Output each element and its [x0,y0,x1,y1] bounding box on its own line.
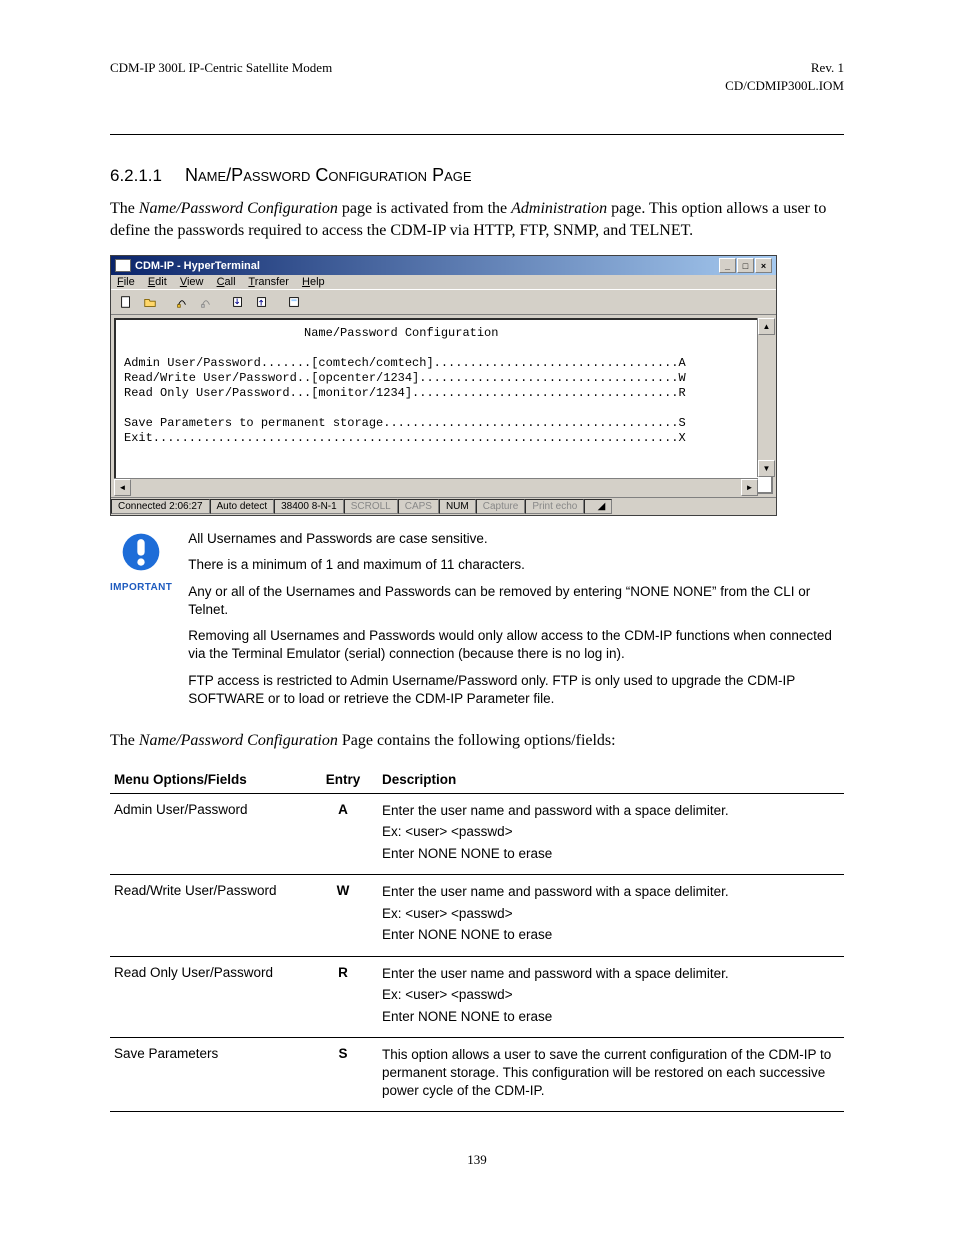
menu-edit[interactable]: Edit [148,276,167,288]
table-row: Save ParametersSThis option allows a use… [110,1038,844,1112]
toolbar [111,289,776,315]
section-number: 6.2.1.1 [110,166,162,185]
system-icon [115,259,131,272]
close-button[interactable]: × [755,258,772,273]
followup-paragraph: The Name/Password Configuration Page con… [110,730,844,752]
open-icon[interactable] [139,292,161,312]
scroll-down-icon[interactable]: ▼ [758,460,775,477]
status-baud: 38400 8-N-1 [274,499,344,514]
status-scroll: SCROLL [344,499,398,514]
status-capture: Capture [476,499,526,514]
status-bar: Connected 2:06:27 Auto detect 38400 8-N-… [111,497,776,515]
page-number: 139 [110,1152,844,1168]
cell-entry: R [314,956,378,1038]
note-p2: There is a minimum of 1 and maximum of 1… [188,556,844,574]
vertical-scrollbar[interactable]: ▲ ▼ [757,318,773,477]
section-heading: 6.2.1.1 Name/Password Configuration Page [110,165,844,186]
cell-menu: Read/Write User/Password [110,875,314,957]
status-caps: CAPS [398,499,439,514]
terminal-area[interactable]: Name/Password Configuration Admin User/P… [114,318,773,494]
note-p5: FTP access is restricted to Admin Userna… [188,672,844,708]
cell-entry: A [314,793,378,875]
note-p4: Removing all Usernames and Passwords wou… [188,627,844,663]
col-menu: Menu Options/Fields [110,766,314,794]
important-note: IMPORTANT All Usernames and Passwords ar… [110,530,844,716]
status-connected: Connected 2:06:27 [111,499,210,514]
cell-desc: Enter the user name and password with a … [378,956,844,1038]
col-desc: Description [378,766,844,794]
properties-icon[interactable] [283,292,305,312]
scroll-left-icon[interactable]: ◄ [114,479,131,496]
hyperterminal-window: CDM-IP - HyperTerminal _ □ × File Edit V… [110,255,777,516]
horizontal-scrollbar[interactable]: ◄ ► [114,478,758,494]
cell-entry: W [314,875,378,957]
page-header: CDM-IP 300L IP-Centric Satellite Modem R… [110,60,844,76]
new-icon[interactable] [115,292,137,312]
menubar: File Edit View Call Transfer Help [111,275,776,289]
important-label: IMPORTANT [110,581,172,595]
intro-paragraph: The Name/Password Configuration page is … [110,198,844,241]
table-row: Admin User/PasswordAEnter the user name … [110,793,844,875]
cell-menu: Read Only User/Password [110,956,314,1038]
options-table: Menu Options/Fields Entry Description Ad… [110,766,844,1113]
col-entry: Entry [314,766,378,794]
menu-call[interactable]: Call [217,276,236,288]
status-echo: Print echo [525,499,584,514]
header-left: CDM-IP 300L IP-Centric Satellite Modem [110,60,332,76]
section-title: Name/Password Configuration Page [185,165,472,185]
window-title: CDM-IP - HyperTerminal [135,260,260,272]
minimize-button[interactable]: _ [719,258,736,273]
send-icon[interactable] [227,292,249,312]
cell-desc: Enter the user name and password with a … [378,793,844,875]
cell-entry: S [314,1038,378,1112]
note-p1: All Usernames and Passwords are case sen… [188,530,844,548]
cell-desc: Enter the user name and password with a … [378,875,844,957]
status-num: NUM [439,499,476,514]
menu-help[interactable]: Help [302,276,325,288]
menu-file[interactable]: File [117,276,135,288]
important-icon [119,530,163,574]
header-right-2: CD/CDMIP300L.IOM [110,78,844,94]
table-row: Read Only User/PasswordREnter the user n… [110,956,844,1038]
status-detect: Auto detect [210,499,275,514]
titlebar: CDM-IP - HyperTerminal _ □ × [111,256,776,275]
note-p3: Any or all of the Usernames and Password… [188,583,844,619]
header-rule [110,134,844,135]
receive-icon[interactable] [251,292,273,312]
scroll-right-icon[interactable]: ► [741,479,758,496]
resize-grip-icon[interactable]: ◢ [584,499,612,514]
connect-icon[interactable] [171,292,193,312]
maximize-button[interactable]: □ [737,258,754,273]
cell-menu: Admin User/Password [110,793,314,875]
header-right: Rev. 1 [811,60,844,76]
cell-desc: This option allows a user to save the cu… [378,1038,844,1112]
table-row: Read/Write User/PasswordWEnter the user … [110,875,844,957]
menu-transfer[interactable]: Transfer [248,276,289,288]
menu-view[interactable]: View [180,276,204,288]
disconnect-icon[interactable] [195,292,217,312]
scroll-up-icon[interactable]: ▲ [758,318,775,335]
cell-menu: Save Parameters [110,1038,314,1112]
